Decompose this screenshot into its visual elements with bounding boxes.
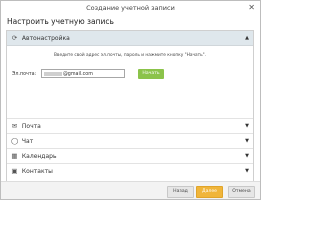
- accordion-calendar-header[interactable]: ▦ Календарь ▼: [7, 148, 253, 163]
- refresh-icon: ⟳: [11, 34, 18, 42]
- start-button[interactable]: Начать: [138, 69, 164, 79]
- accordion-autosetup-header[interactable]: ⟳ Автонастройка ▲: [7, 31, 253, 46]
- accordion-contacts-label: Контакты: [21, 168, 53, 175]
- chevron-down-icon: ▼: [245, 123, 249, 129]
- accordion-autosetup-label: Автонастройка: [21, 35, 70, 42]
- accordion-chat-header[interactable]: ◯ Чат ▼: [7, 133, 253, 148]
- email-label: Эл.почта:: [12, 72, 37, 77]
- accordion-calendar-label: Календарь: [21, 153, 57, 160]
- cancel-button[interactable]: Отмена: [228, 186, 255, 198]
- accordion-mail-header[interactable]: ✉ Почта ▼: [7, 118, 253, 133]
- setup-accordion: ⟳ Автонастройка ▲ Введите свой адрес эл.…: [6, 30, 254, 184]
- instruction-text: Введите свой адрес эл.почты, пароль и на…: [53, 53, 207, 58]
- chevron-down-icon: ▼: [245, 153, 249, 159]
- chevron-up-icon: ▲: [245, 35, 249, 41]
- account-setup-window: Создание учетной записи ✕ Настроить учет…: [0, 0, 261, 200]
- chat-bubble-icon: ◯: [11, 137, 19, 145]
- chevron-down-icon: ▼: [245, 168, 249, 174]
- close-icon[interactable]: ✕: [248, 1, 255, 15]
- back-button[interactable]: Назад: [167, 186, 194, 198]
- calendar-icon: ▦: [11, 152, 18, 160]
- title-bar: Создание учетной записи ✕: [1, 1, 260, 15]
- chevron-down-icon: ▼: [245, 138, 249, 144]
- autosetup-content: Введите свой адрес эл.почты, пароль и на…: [7, 46, 253, 116]
- envelope-icon: ✉: [11, 122, 18, 130]
- dialog-footer: Назад Далее Отмена: [1, 181, 260, 199]
- redacted-username: [44, 71, 62, 76]
- accordion-contacts-header[interactable]: ▣ Контакты ▼: [7, 163, 253, 178]
- accordion-chat-label: Чат: [21, 138, 34, 145]
- contacts-icon: ▣: [11, 167, 18, 175]
- accordion-mail-label: Почта: [21, 123, 41, 130]
- next-button[interactable]: Далее: [196, 186, 223, 198]
- window-title: Создание учетной записи: [86, 4, 175, 12]
- page-title: Настроить учетную запись: [7, 17, 114, 26]
- email-field[interactable]: @gmail.com: [41, 69, 125, 78]
- email-field-value: @gmail.com: [63, 72, 93, 77]
